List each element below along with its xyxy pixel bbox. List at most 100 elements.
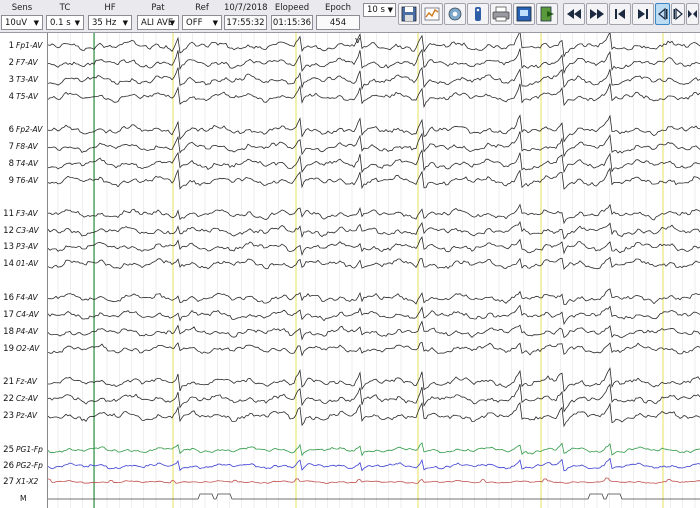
skip-end-icon bbox=[638, 9, 648, 19]
pat-control: Pat ALI AVE ▼ bbox=[137, 2, 179, 30]
sens-select[interactable]: 10uV ▼ bbox=[1, 15, 43, 30]
channel-label[interactable]: 12 C3-AV bbox=[0, 225, 47, 237]
info-icon bbox=[475, 7, 481, 21]
channel-name: Cz-AV bbox=[16, 394, 38, 403]
channel-label[interactable]: 14 01-AV bbox=[0, 258, 47, 270]
channel-name: PG1-Fp bbox=[16, 445, 43, 454]
channel-label[interactable]: 23 Pz-AV bbox=[0, 410, 47, 422]
channel-label[interactable]: 7 F8-AV bbox=[0, 141, 47, 153]
pat-value: ALI AVE bbox=[141, 18, 174, 28]
ref-select[interactable]: OFF ▼ bbox=[182, 15, 222, 30]
channel-label[interactable]: 13 P3-AV bbox=[0, 241, 47, 253]
sens-control: Sens 10uV ▼ bbox=[1, 2, 43, 30]
channel-label[interactable]: 11 F3-AV bbox=[0, 208, 47, 220]
clock-time: 17:55:32 bbox=[224, 15, 267, 30]
tc-select[interactable]: 0.1 s ▼ bbox=[46, 15, 84, 30]
channel-number: 2 bbox=[8, 58, 14, 68]
pat-select[interactable]: ALI AVE ▼ bbox=[137, 15, 179, 30]
ref-value: OFF bbox=[186, 18, 203, 28]
chevron-down-icon: ▼ bbox=[122, 19, 128, 27]
window-length-value: 10 s bbox=[367, 5, 385, 15]
channel-label[interactable]: 25 PG1-Fp bbox=[0, 444, 47, 456]
channel-name: C3-AV bbox=[16, 226, 39, 235]
channel-label[interactable]: 3 T3-AV bbox=[0, 74, 47, 86]
chart-icon bbox=[424, 7, 440, 21]
tc-label: TC bbox=[59, 3, 71, 13]
hf-select[interactable]: 35 Hz ▼ bbox=[88, 15, 132, 30]
skip-start-button[interactable] bbox=[609, 3, 631, 25]
channel-label[interactable]: 21 Fz-AV bbox=[0, 376, 47, 388]
fit-icon bbox=[688, 10, 697, 18]
channel-label[interactable]: 2 F7-AV bbox=[0, 57, 47, 69]
channel-name: F4-AV bbox=[16, 293, 38, 302]
channel-number: 9 bbox=[8, 176, 14, 186]
window-length-select[interactable]: 10 s ▼ bbox=[363, 3, 396, 17]
channel-number: 21 bbox=[3, 377, 14, 387]
hf-value: 35 Hz bbox=[92, 18, 117, 28]
toolbar: Sens 10uV ▼ TC 0.1 s ▼ HF 35 Hz ▼ Pat ALI A… bbox=[0, 0, 700, 33]
fast-rewind-button[interactable] bbox=[563, 3, 585, 25]
tc-value: 0.1 s bbox=[50, 18, 71, 28]
skip-end-button[interactable] bbox=[632, 3, 654, 25]
channel-number: 19 bbox=[3, 344, 14, 354]
channel-label[interactable]: 27 X1-X2 bbox=[0, 476, 47, 488]
channel-number: 23 bbox=[3, 411, 14, 421]
channel-name: C4-AV bbox=[16, 310, 39, 319]
tc-control: TC 0.1 s ▼ bbox=[46, 2, 84, 30]
channel-number: 6 bbox=[8, 125, 14, 135]
channel-number: 11 bbox=[3, 209, 14, 219]
export-button[interactable] bbox=[513, 3, 535, 25]
channel-label[interactable]: M bbox=[0, 493, 47, 505]
info-button[interactable] bbox=[467, 3, 489, 25]
fast-forward-button[interactable] bbox=[586, 3, 608, 25]
channel-number: 12 bbox=[3, 226, 14, 236]
channel-label[interactable]: 26 PG2-Fp bbox=[0, 460, 47, 472]
print-button[interactable] bbox=[490, 3, 512, 25]
step-back-button[interactable] bbox=[655, 3, 670, 25]
channel-label[interactable]: 18 P4-AV bbox=[0, 326, 47, 338]
channel-label[interactable]: 8 T4-AV bbox=[0, 158, 47, 170]
plot-background bbox=[48, 33, 700, 508]
elapsed-label: Elopeed bbox=[274, 3, 310, 13]
save-icon bbox=[401, 6, 417, 22]
channel-name: P3-AV bbox=[16, 242, 38, 251]
channel-number: 1 bbox=[8, 41, 14, 51]
settings-icon bbox=[448, 7, 462, 21]
channel-name: PG2-Fp bbox=[16, 461, 43, 470]
channel-name: T6-AV bbox=[16, 176, 38, 185]
chevron-down-icon: ▼ bbox=[33, 19, 39, 27]
step-forward-button[interactable] bbox=[671, 3, 685, 25]
eeg-trace-area[interactable]: v bbox=[48, 33, 700, 508]
elapsed-control: Elopeed 01:15:36 bbox=[271, 2, 313, 30]
channel-label[interactable]: 6 Fp2-AV bbox=[0, 124, 47, 136]
channel-label[interactable]: 1 Fp1-AV bbox=[0, 40, 47, 52]
print-icon bbox=[492, 6, 510, 22]
channel-name: F3-AV bbox=[16, 209, 38, 218]
exit-button[interactable] bbox=[536, 3, 558, 25]
chart-button[interactable] bbox=[421, 3, 443, 25]
channel-label[interactable]: 9 T6-AV bbox=[0, 175, 47, 187]
channel-name: P4-AV bbox=[16, 327, 38, 336]
channel-name: T5-AV bbox=[16, 92, 38, 101]
sens-label: Sens bbox=[11, 3, 33, 13]
save-button[interactable] bbox=[398, 3, 420, 25]
channel-label[interactable]: 22 Cz-AV bbox=[0, 393, 47, 405]
channel-number: 17 bbox=[3, 310, 14, 320]
channel-label[interactable]: 17 C4-AV bbox=[0, 309, 47, 321]
channel-label[interactable]: 4 T5-AV bbox=[0, 91, 47, 103]
epoch-value[interactable]: 454 bbox=[316, 15, 360, 30]
channel-number: 14 bbox=[3, 259, 14, 269]
channel-label[interactable]: 16 F4-AV bbox=[0, 292, 47, 304]
step-back-icon bbox=[658, 7, 668, 21]
sens-value: 10uV bbox=[5, 18, 28, 28]
fit-button[interactable] bbox=[686, 3, 699, 25]
channel-label[interactable]: 19 O2-AV bbox=[0, 343, 47, 355]
channel-number: 18 bbox=[3, 327, 14, 337]
settings-button[interactable] bbox=[444, 3, 466, 25]
ref-control: Ref OFF ▼ bbox=[182, 2, 222, 30]
exit-icon bbox=[540, 6, 554, 22]
channel-name: Fp1-AV bbox=[16, 41, 43, 50]
hf-label: HF bbox=[104, 3, 116, 13]
epoch-control: Epoch 454 bbox=[316, 2, 360, 30]
epoch-label: Epoch bbox=[324, 3, 352, 13]
